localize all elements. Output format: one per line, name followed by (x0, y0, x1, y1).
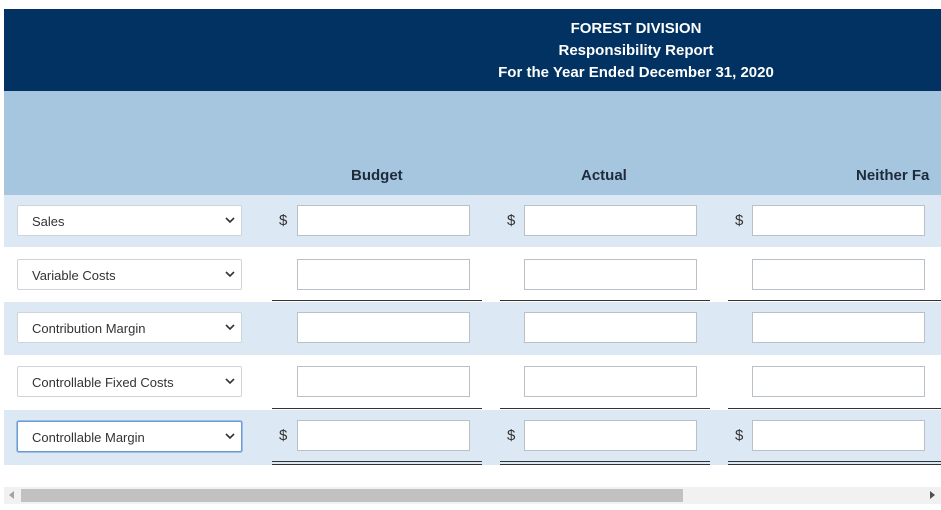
subtotal-rule (500, 300, 710, 301)
currency-symbol: $ (507, 212, 516, 229)
column-header-budget: Budget (351, 167, 403, 184)
budget-input-controllable-fixed-costs[interactable] (297, 366, 470, 397)
subtotal-rule (272, 300, 482, 301)
currency-symbol: $ (735, 212, 744, 229)
table-row: Variable Costs (4, 247, 941, 302)
subtotal-rule (728, 300, 941, 301)
scroll-right-arrow-icon[interactable] (930, 491, 935, 499)
report-title-block: FOREST DIVISION Responsibility Report Fo… (486, 18, 786, 84)
currency-symbol: $ (507, 427, 516, 444)
horizontal-scrollbar[interactable] (4, 487, 941, 504)
difference-input-sales[interactable] (752, 205, 925, 236)
total-double-rule (500, 464, 710, 465)
subtotal-rule (272, 408, 482, 409)
select-value: Controllable Fixed Costs (32, 375, 174, 390)
total-double-rule (728, 461, 941, 462)
report-title: Responsibility Report (558, 42, 714, 59)
division-name: FOREST DIVISION (570, 20, 702, 37)
actual-input-contribution-margin[interactable] (524, 312, 697, 343)
row-label-select-variable-costs[interactable]: Variable Costs (17, 259, 242, 290)
column-header-actual: Actual (581, 167, 627, 184)
row-label-select-controllable-margin[interactable]: Controllable Margin (17, 421, 242, 452)
difference-input-variable-costs[interactable] (752, 259, 925, 290)
table-row: Controllable Fixed Costs (4, 355, 941, 410)
total-double-rule (272, 461, 482, 462)
row-label-select-contribution-margin[interactable]: Contribution Margin (17, 312, 242, 343)
budget-input-contribution-margin[interactable] (297, 312, 470, 343)
actual-input-controllable-fixed-costs[interactable] (524, 366, 697, 397)
chevron-down-icon (225, 433, 235, 440)
column-header-band: Budget Actual Neither Fa (4, 91, 941, 195)
table-row: Controllable Margin $ $ $ (4, 410, 941, 465)
report-period: For the Year Ended December 31, 2020 (498, 64, 774, 81)
subtotal-rule (728, 408, 941, 409)
currency-symbol: $ (279, 212, 288, 229)
budget-input-controllable-margin[interactable] (297, 420, 470, 451)
chevron-down-icon (225, 217, 235, 224)
total-double-rule (728, 464, 941, 465)
chevron-down-icon (225, 271, 235, 278)
row-label-select-controllable-fixed-costs[interactable]: Controllable Fixed Costs (17, 366, 242, 397)
select-value: Controllable Margin (32, 430, 145, 445)
currency-symbol: $ (279, 427, 288, 444)
actual-input-controllable-margin[interactable] (524, 420, 697, 451)
difference-input-contribution-margin[interactable] (752, 312, 925, 343)
actual-input-sales[interactable] (524, 205, 697, 236)
chevron-down-icon (225, 324, 235, 331)
select-value: Sales (32, 214, 65, 229)
table-row: Contribution Margin (4, 302, 941, 355)
total-double-rule (272, 464, 482, 465)
scroll-left-arrow-icon[interactable] (9, 491, 14, 499)
total-double-rule (500, 461, 710, 462)
budget-input-sales[interactable] (297, 205, 470, 236)
scrollbar-thumb[interactable] (21, 489, 683, 502)
budget-input-variable-costs[interactable] (297, 259, 470, 290)
column-header-difference: Neither Fa (856, 167, 930, 184)
select-value: Contribution Margin (32, 321, 146, 336)
difference-input-controllable-margin[interactable] (752, 420, 925, 451)
subtotal-rule (500, 408, 710, 409)
difference-input-controllable-fixed-costs[interactable] (752, 366, 925, 397)
select-value: Variable Costs (32, 268, 116, 283)
row-label-select-sales[interactable]: Sales (17, 205, 242, 236)
report-header: FOREST DIVISION Responsibility Report Fo… (4, 9, 941, 91)
table-row: Sales $ $ $ (4, 195, 941, 247)
currency-symbol: $ (735, 427, 744, 444)
chevron-down-icon (225, 378, 235, 385)
actual-input-variable-costs[interactable] (524, 259, 697, 290)
